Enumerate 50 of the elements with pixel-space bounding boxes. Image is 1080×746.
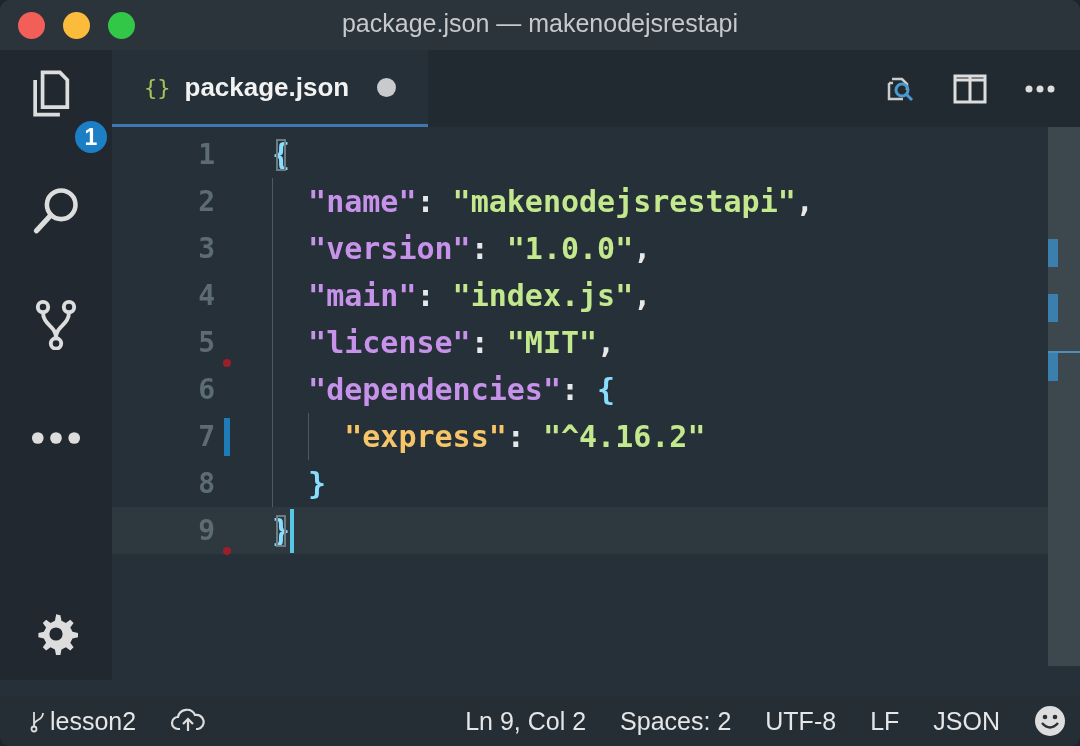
line-number: 8	[197, 467, 215, 500]
json-key: "name"	[308, 178, 417, 225]
json-string: "^4.16.2"	[542, 418, 706, 456]
brace: }	[308, 465, 327, 503]
branch-indicator[interactable]: lesson2	[30, 706, 137, 736]
status-item[interactable]: UTF-8	[765, 706, 837, 736]
line-number: 5	[197, 326, 215, 359]
punctuation: ,	[633, 277, 652, 315]
json-string: "MIT"	[506, 324, 598, 362]
zoom-button[interactable]	[108, 11, 135, 39]
json-string: "makenodejsrestapi"	[452, 183, 796, 221]
files-icon[interactable]	[30, 70, 70, 117]
punctuation: :	[470, 324, 490, 362]
json-key: "express"	[344, 413, 507, 460]
punctuation: ,	[633, 230, 652, 268]
minimize-button[interactable]	[63, 11, 90, 39]
status-item[interactable]: LF	[870, 706, 900, 736]
punctuation: :	[506, 418, 526, 456]
status-item[interactable]: Ln 9, Col 2	[465, 706, 587, 736]
json-string: "1.0.0"	[506, 230, 634, 268]
status-item[interactable]: Spaces: 2	[620, 706, 732, 736]
unsaved-dot[interactable]	[377, 77, 397, 97]
json-string: "index.js"	[452, 277, 634, 315]
tab-label: package.json	[184, 71, 350, 103]
line-number: 6	[197, 373, 215, 406]
line-number: 1	[197, 138, 215, 171]
editor-tab[interactable]: {} package.json	[112, 50, 428, 127]
count-badge: 1	[72, 118, 110, 156]
line-number: 7	[197, 420, 215, 453]
json-key: "dependencies"	[308, 366, 561, 413]
punctuation: :	[416, 277, 436, 315]
line-number: 3	[197, 232, 215, 265]
status-item[interactable]: JSON	[933, 706, 1000, 736]
json-key: "version"	[308, 225, 471, 272]
window-title: package.json — makenodejsrestapi	[341, 9, 739, 38]
close-button[interactable]	[18, 11, 45, 39]
json-key: "main"	[308, 272, 417, 319]
line-number: 4	[197, 279, 215, 312]
smiley-icon[interactable]	[1034, 705, 1066, 737]
brace: {	[597, 371, 616, 409]
punctuation: :	[561, 371, 581, 409]
line-number: 2	[197, 185, 215, 218]
text-cursor	[290, 508, 295, 553]
cloud-upload-icon[interactable]	[170, 708, 207, 734]
json-file-icon: {}	[144, 74, 171, 100]
punctuation: :	[470, 230, 490, 268]
punctuation: :	[416, 183, 436, 221]
json-key: "license"	[308, 319, 471, 366]
punctuation: ,	[795, 183, 814, 221]
punctuation: ,	[597, 324, 616, 362]
